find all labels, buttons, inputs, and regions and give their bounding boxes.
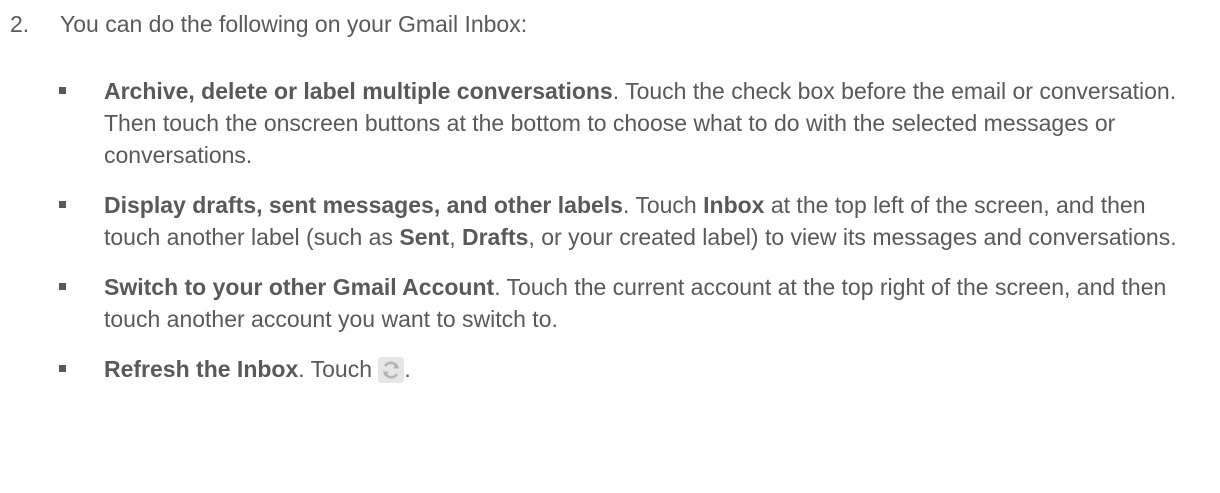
bullet-title: Refresh the Inbox [104,356,299,382]
bullet-list: Archive, delete or label multiple conver… [59,75,1194,403]
bullet-marker [59,87,66,94]
bullet-marker [59,201,66,208]
step-text: You can do the following on your Gmail I… [60,11,528,37]
bullet-switch-account: Switch to your other Gmail Account. Touc… [59,271,1194,335]
bullet-text: , or your created label) to view its mes… [528,224,1177,250]
document-page: 2. You can do the following on your Gmail… [0,0,1220,493]
bullet-text: . Touch [298,356,379,382]
sent-label: Sent [399,224,450,250]
inbox-label: Inbox [703,192,765,218]
step-2: 2. You can do the following on your Gmail… [10,8,1190,40]
bullet-title: Display drafts, sent messages, and other… [104,192,623,218]
drafts-label: Drafts [461,224,529,250]
bullet-text: , [449,224,462,250]
bullet-text: . [404,356,411,382]
bullet-title: Archive, delete or label multiple conver… [104,78,613,104]
bullet-marker [59,365,66,372]
bullet-archive: Archive, delete or label multiple conver… [59,75,1194,171]
bullet-refresh: Refresh the Inbox. Touch . [59,353,1194,385]
bullet-text: . Touch [622,192,704,218]
refresh-icon [378,357,405,383]
step-number: 2. [10,11,30,37]
bullet-marker [59,283,66,290]
bullet-display-drafts: Display drafts, sent messages, and other… [59,189,1194,253]
bullet-title: Switch to your other Gmail Account [104,274,495,300]
